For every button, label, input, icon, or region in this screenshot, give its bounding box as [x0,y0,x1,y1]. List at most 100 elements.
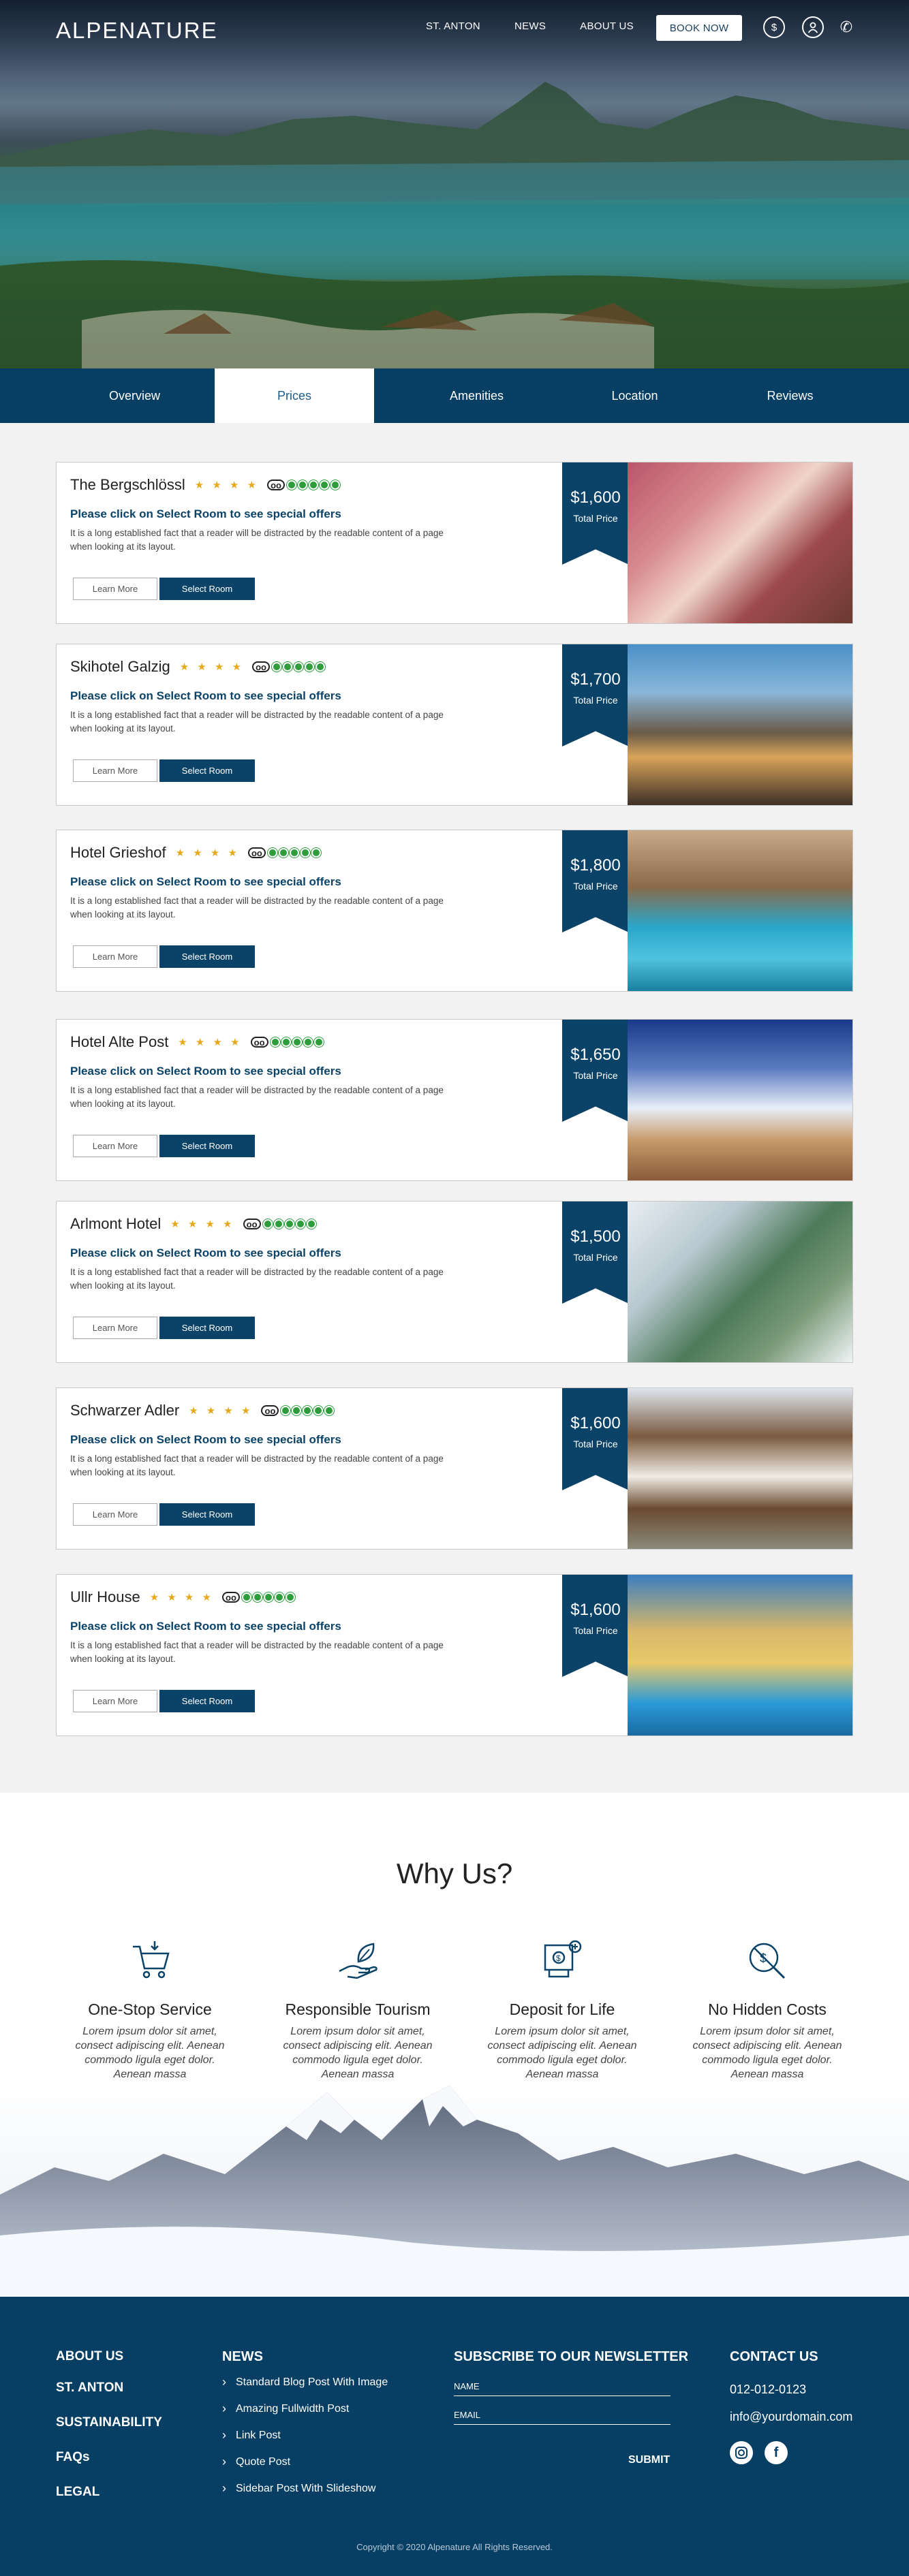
hotel-name[interactable]: Arlmont Hotel [70,1215,161,1233]
tab-overview[interactable]: Overview [55,368,214,423]
star-rating: ★ ★ ★ ★ [149,1592,214,1603]
learn-more-button[interactable]: Learn More [73,945,157,968]
select-room-button[interactable]: Select Room [159,759,255,782]
hotel-name[interactable]: Ullr House [70,1588,140,1606]
newsletter-submit-button[interactable]: SUBMIT [628,2454,670,2466]
book-now-button[interactable]: BOOK NOW [656,15,742,41]
feature-title: Deposit for Life [509,2000,615,2018]
news-link[interactable]: › Sidebar Post With Slideshow [222,2475,388,2502]
shopping-cart-icon [133,1941,170,1979]
footer-link-sustainability[interactable]: SUSTAINABILITY [56,2415,162,2430]
tripadvisor-icon: oo [252,661,271,672]
special-offer-text: Please click on Select Room to see speci… [70,1246,341,1259]
hotel-card: Hotel Grieshof ★ ★ ★ ★ oo Please click o… [56,830,853,992]
hotel-name[interactable]: The Bergschlössl [70,476,185,494]
tab-amenities[interactable]: Amenities [397,368,556,423]
hotel-card: Hotel Alte Post ★ ★ ★ ★ oo Please click … [56,1019,853,1181]
hotel-description: It is a long established fact that a rea… [70,528,444,552]
tab-reviews[interactable]: Reviews [711,368,869,423]
feature-desc: Lorem ipsum dolor sit amet, consect adip… [75,2026,225,2080]
newsletter-name-field[interactable]: NAME [454,2381,671,2396]
tab-prices[interactable]: Prices [215,368,374,423]
total-price: $1,600 [570,1414,621,1432]
phone-icon[interactable]: ✆ [835,16,857,38]
select-room-button[interactable]: Select Room [159,1690,255,1712]
rating-dot [287,480,297,490]
rating-dot [289,848,299,858]
footer-link-faqs[interactable]: FAQs [56,2450,90,2465]
footer-link-legal[interactable]: LEGAL [56,2485,99,2500]
newsletter-email-field[interactable]: EMAIL [454,2410,671,2425]
rating-dot [275,1592,284,1602]
learn-more-button[interactable]: Learn More [73,1690,157,1712]
footer-link-st-anton[interactable]: ST. ANTON [56,2381,123,2396]
hotel-photo[interactable] [628,830,852,991]
contact-phone[interactable]: 012-012-0123 [730,2383,806,2397]
special-offer-text: Please click on Select Room to see speci… [70,1433,341,1446]
news-link[interactable]: › Amazing Fullwidth Post [222,2396,388,2422]
footer-link-about-us[interactable]: ABOUT US [56,2349,123,2364]
hotel-photo[interactable] [628,644,852,805]
news-link[interactable]: › Quote Post [222,2449,388,2475]
nav-news[interactable]: NEWS [514,20,546,32]
tripadvisor-rating: oo [247,847,322,858]
rating-dot [295,1219,305,1229]
instagram-icon[interactable] [730,2441,753,2464]
learn-more-button[interactable]: Learn More [73,1503,157,1526]
tripadvisor-rating: oo [261,1405,335,1416]
facebook-icon[interactable]: f [765,2441,788,2464]
deposit-cash-icon: $ [544,1940,582,1978]
learn-more-button[interactable]: Learn More [73,1317,157,1339]
hotel-name-row: Skihotel Galzig ★ ★ ★ ★ oo [70,658,326,676]
hotel-photo[interactable] [628,462,852,623]
tab-location[interactable]: Location [555,368,714,423]
hotel-name[interactable]: Hotel Alte Post [70,1033,168,1051]
select-room-button[interactable]: Select Room [159,945,255,968]
learn-more-button[interactable]: Learn More [73,1135,157,1157]
rating-dot [303,1037,313,1047]
news-link[interactable]: › Link Post [222,2422,388,2449]
select-room-button[interactable]: Select Room [159,1503,255,1526]
hotel-name[interactable]: Hotel Grieshof [70,844,166,862]
learn-more-button[interactable]: Learn More [73,759,157,782]
rating-dot [264,1592,273,1602]
user-icon[interactable] [802,16,824,38]
rating-dot [300,848,310,858]
hotel-photo[interactable] [628,1201,852,1362]
hotel-photo[interactable] [628,1020,852,1180]
rating-dot [330,480,341,490]
currency-icon[interactable]: $ [763,16,785,38]
hotel-description: It is a long established fact that a rea… [70,896,444,920]
total-price: $1,600 [570,1601,621,1619]
feature-deposit-for-life: $ Deposit for Life Lorem ipsum dolor sit… [480,1937,644,2082]
feature-responsible-tourism: Responsible Tourism Lorem ipsum dolor si… [276,1937,440,2082]
total-price-label: Total Price [573,1625,618,1636]
site-logo[interactable]: ALPENATURE [56,18,218,44]
total-price-label: Total Price [573,1439,618,1449]
learn-more-button[interactable]: Learn More [73,578,157,600]
star-rating: ★ ★ ★ ★ [179,661,245,673]
hero-banner: ALPENATURE ST. ANTON NEWS ABOUT US BOOK … [0,0,909,368]
rating-dot [281,1037,291,1047]
contact-email[interactable]: info@yourdomain.com [730,2410,852,2424]
svg-text:$: $ [556,1953,561,1963]
hotel-photo[interactable] [628,1388,852,1549]
rating-dot [278,848,288,858]
total-price-label: Total Price [573,695,618,706]
select-room-button[interactable]: Select Room [159,1317,255,1339]
nav-st-anton[interactable]: ST. ANTON [426,20,480,32]
hotel-card: Skihotel Galzig ★ ★ ★ ★ oo Please click … [56,644,853,806]
nav-about-us[interactable]: ABOUT US [580,20,634,32]
hotel-name[interactable]: Skihotel Galzig [70,658,170,676]
total-price: $1,600 [570,488,621,507]
news-link[interactable]: › Standard Blog Post With Image [222,2369,388,2396]
total-price: $1,700 [570,670,621,689]
rating-dot [309,480,319,490]
select-room-button[interactable]: Select Room [159,578,255,600]
hotel-card: The Bergschlössl ★ ★ ★ ★ oo Please click… [56,462,853,624]
hotel-name-row: Hotel Grieshof ★ ★ ★ ★ oo [70,844,322,862]
hotel-photo[interactable] [628,1575,852,1735]
rating-dot [242,1592,251,1602]
select-room-button[interactable]: Select Room [159,1135,255,1157]
hotel-name[interactable]: Schwarzer Adler [70,1402,179,1419]
